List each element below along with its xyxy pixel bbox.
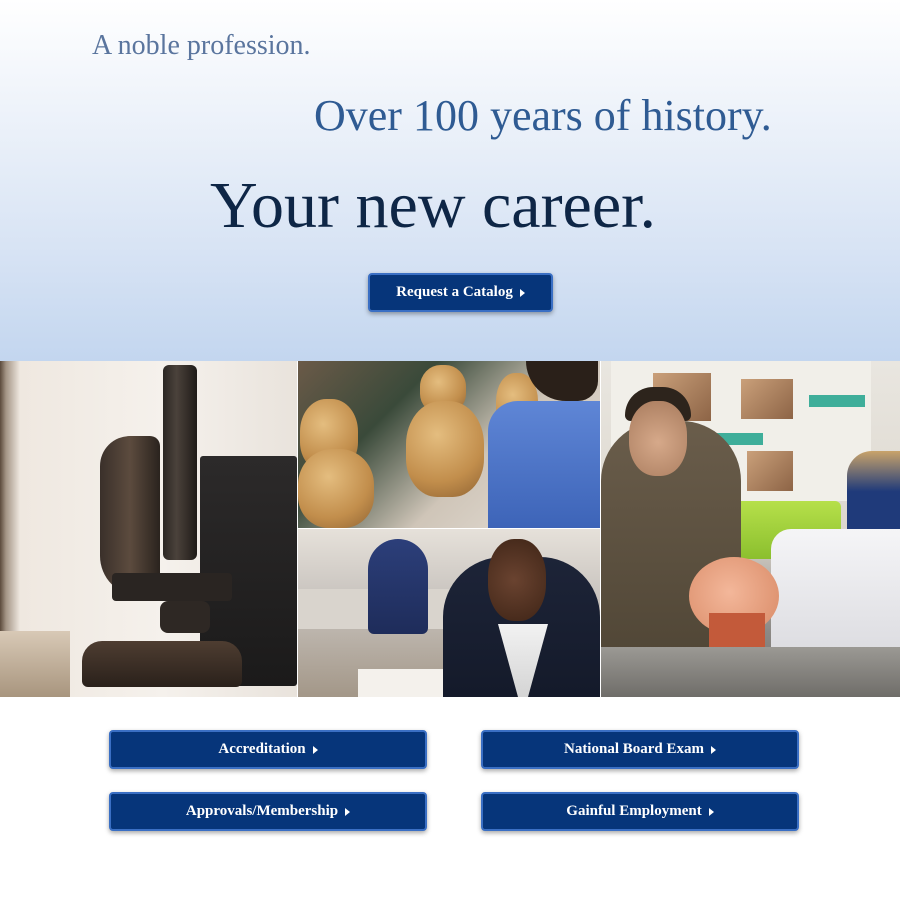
hero-headline: Your new career.: [210, 169, 656, 242]
caret-right-icon: [708, 807, 714, 816]
national-board-exam-label: National Board Exam: [563, 741, 704, 757]
caret-right-icon: [711, 745, 716, 754]
caret-right-icon: [345, 807, 351, 816]
approvals-membership-label: Approvals/Membership: [185, 803, 339, 819]
request-catalog-button[interactable]: Request a Catalog: [368, 273, 553, 312]
request-catalog-label: Request a Catalog: [396, 284, 513, 300]
microscope-photo: [0, 361, 297, 697]
gainful-employment-label: Gainful Employment: [566, 803, 702, 819]
classroom-photo: [298, 529, 600, 697]
accreditation-button[interactable]: Accreditation: [109, 730, 427, 769]
caret-right-icon: [312, 745, 318, 754]
national-board-exam-button[interactable]: National Board Exam: [481, 730, 799, 769]
gainful-employment-button[interactable]: Gainful Employment: [481, 792, 799, 831]
hero-section: A noble profession. Over 100 years of hi…: [0, 0, 900, 361]
caret-right-icon: [519, 288, 525, 297]
approvals-membership-button[interactable]: Approvals/Membership: [109, 792, 427, 831]
cpr-training-photo: [601, 361, 900, 697]
clay-heads-photo: [298, 361, 600, 528]
photo-collage: [0, 361, 900, 697]
tagline-noble-profession: A noble profession.: [92, 30, 311, 61]
accreditation-label: Accreditation: [218, 741, 306, 757]
tagline-history: Over 100 years of history.: [314, 91, 772, 140]
